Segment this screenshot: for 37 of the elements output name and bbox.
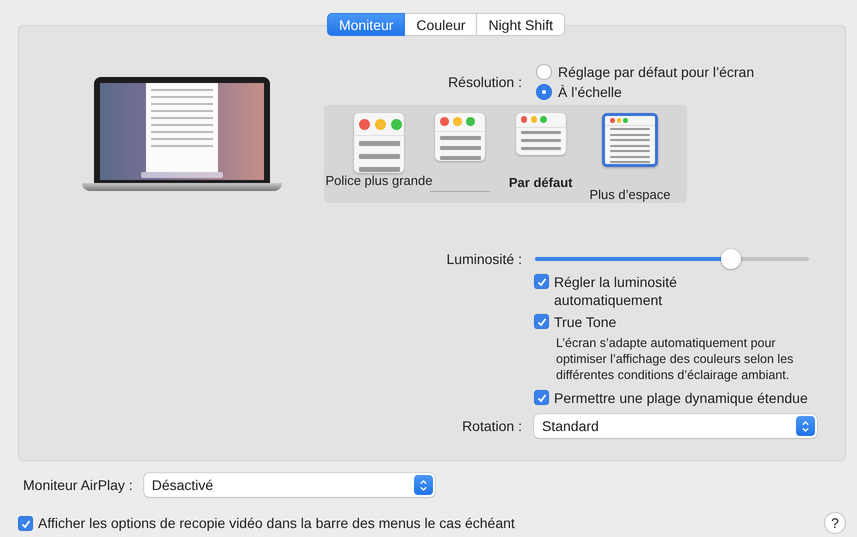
window-preview-icon[interactable] [354,113,404,173]
window-preview-icon[interactable] [516,113,566,155]
rotation-label: Rotation : [461,418,522,434]
help-button[interactable]: ? [824,512,846,534]
scale-label[interactable]: Par défaut [508,175,572,191]
radio-button[interactable] [536,64,552,80]
checkmark-icon [536,316,548,328]
checkmark-icon [20,518,32,530]
checkbox-label[interactable]: Afficher les options de recopie vidéo dans la barre des menus le cas échéant [38,515,515,531]
window-preview-icon[interactable] [435,113,486,161]
checkmark-icon [536,392,548,404]
brightness-label: Luminosité : [446,251,522,267]
resolution-label: Résolution : [447,74,522,90]
slider-thumb[interactable] [720,249,741,269]
description-text: L’écran s’adapte automatiquement pour optimiser l’affichage des couleurs selon les différentes conditions d’éclairage ambiant. [556,335,794,383]
radio-label[interactable]: À l’échelle [558,84,622,100]
checkbox[interactable] [18,516,33,531]
airplay-label: Moniteur AirPlay : [23,477,133,493]
airplay-dropdown[interactable]: Désactivé [144,473,435,497]
checkbox-label[interactable]: Permettre une plage dynamique étendue [554,389,808,407]
radio-label[interactable]: Réglage par défaut pour l’écran [558,64,754,80]
window-preview-icon[interactable] [602,113,658,167]
radio-button[interactable] [536,84,552,100]
checkbox-label[interactable]: True Tone [554,313,724,331]
stepper-icon [414,475,433,495]
stepper-icon [796,416,815,436]
checkbox[interactable] [534,390,549,405]
tab[interactable]: Couleur [405,13,478,36]
rotation-dropdown[interactable]: Standard [534,414,817,438]
checkbox[interactable] [534,274,549,289]
checkbox[interactable] [534,314,549,329]
tab[interactable]: Night Shift [477,13,566,36]
checkmark-icon [536,276,548,288]
tab[interactable]: Moniteur [326,13,406,36]
checkbox-label[interactable]: Régler la luminosité automatiquement [554,273,724,309]
scale-label[interactable]: Police plus grande [326,173,432,189]
scale-label[interactable]: Plus d’espace [589,187,670,203]
